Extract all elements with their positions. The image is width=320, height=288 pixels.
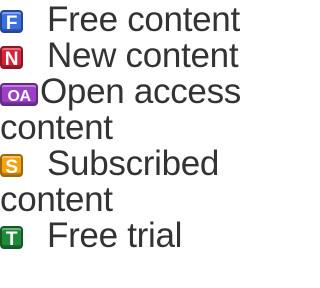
new-content-icon: N bbox=[0, 46, 23, 70]
legend-item-new-content: N New content bbox=[0, 38, 284, 74]
legend-label-subscribed-content: Subscribed content bbox=[0, 144, 220, 219]
legend-label-new-content: New content bbox=[47, 36, 239, 75]
legend-item-free-trial: T Free trial bbox=[0, 218, 284, 254]
free-content-icon: F bbox=[0, 10, 23, 34]
open-access-icon: OA bbox=[0, 83, 38, 106]
legend-item-subscribed-content: S Subscribed content bbox=[0, 146, 284, 218]
free-trial-icon: T bbox=[0, 226, 23, 250]
legend-item-open-access: OA Open access content bbox=[0, 74, 284, 146]
legend-label-free-trial: Free trial bbox=[47, 216, 183, 255]
subscribed-content-icon: S bbox=[0, 154, 23, 178]
legend-label-free-content: Free content bbox=[47, 0, 240, 39]
legend-item-free-content: F Free content bbox=[0, 2, 284, 38]
content-type-legend: F Free content N New content OA Open acc… bbox=[0, 0, 284, 288]
